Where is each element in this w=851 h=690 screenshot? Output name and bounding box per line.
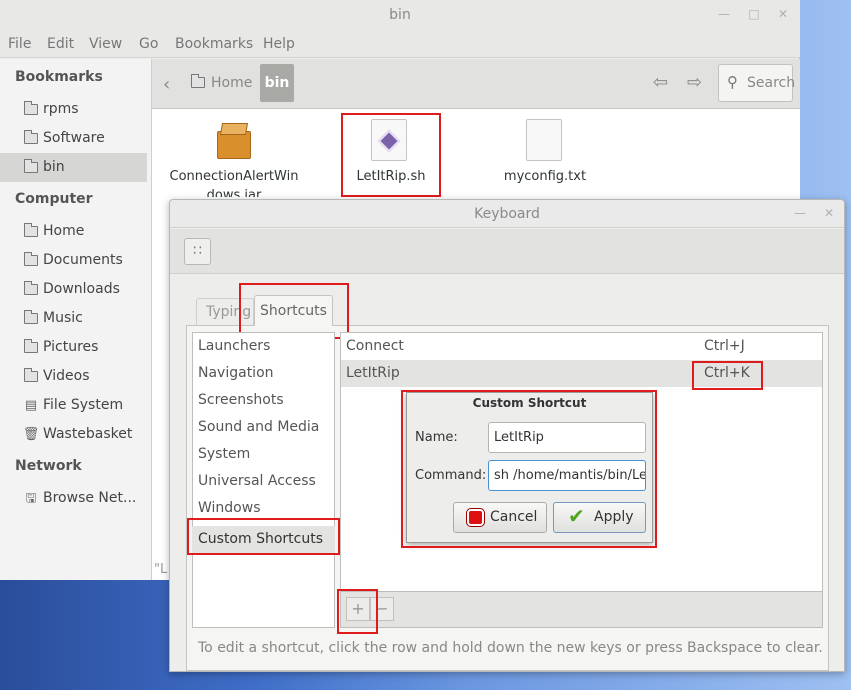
- trash-icon: 🗑: [22, 427, 40, 442]
- sidebar-item-label: bin: [43, 159, 65, 175]
- sidebar-heading-network: Network: [15, 458, 82, 474]
- all-settings-grid-icon[interactable]: ∷: [184, 238, 211, 265]
- menu-edit[interactable]: Edit: [47, 36, 74, 52]
- sidebar-item-bin[interactable]: bin: [0, 153, 147, 182]
- folder-icon: [24, 281, 38, 295]
- back-chevron-icon[interactable]: ‹: [163, 74, 170, 95]
- sidebar-item-label: Browse Net...: [43, 490, 137, 506]
- file-label-myconfig[interactable]: myconfig.txt: [494, 169, 596, 184]
- category-system[interactable]: System: [192, 441, 335, 468]
- file-label-jar-overflow: dows.jar: [206, 188, 262, 197]
- sidebar-item-label: Videos: [43, 368, 90, 384]
- sidebar-item-label: Home: [43, 223, 85, 239]
- close-icon[interactable]: ✕: [776, 7, 790, 21]
- drive-icon: ▤: [24, 398, 38, 413]
- fm-titlebar: bin: [0, 0, 800, 32]
- sidebar-item-downloads[interactable]: Downloads: [0, 275, 147, 304]
- network-icon: 🖫: [25, 491, 37, 506]
- keyboard-titlebar: Keyboard: [170, 200, 844, 228]
- search-button[interactable]: ⚲ Search: [718, 64, 796, 102]
- sidebar-item-label: Pictures: [43, 339, 99, 355]
- highlight-letitrip-file: [341, 113, 441, 197]
- menu-bookmarks[interactable]: Bookmarks: [175, 36, 253, 52]
- sidebar-item-documents[interactable]: Documents: [0, 246, 147, 275]
- search-icon: ⚲: [727, 73, 738, 91]
- breadcrumb-current[interactable]: bin: [260, 64, 294, 102]
- sidebar-item-rpms[interactable]: rpms: [0, 95, 147, 124]
- category-launchers[interactable]: Launchers: [192, 333, 335, 360]
- menu-help[interactable]: Help: [263, 36, 295, 52]
- highlight-add-button: [337, 589, 378, 634]
- file-label-jar[interactable]: ConnectionAlertWin: [163, 169, 305, 184]
- status-fragment: "L: [154, 562, 168, 577]
- sidebar-item-file-system[interactable]: ▤ File System: [0, 391, 147, 420]
- folder-icon: [24, 339, 38, 353]
- folder-icon: [24, 130, 38, 144]
- shortcut-hint: To edit a shortcut, click the row and ho…: [198, 640, 823, 656]
- highlight-custom-shortcuts: [187, 518, 340, 555]
- folder-icon: [24, 159, 38, 173]
- search-label: Search: [747, 75, 796, 91]
- sidebar-item-videos[interactable]: Videos: [0, 362, 147, 391]
- sidebar-item-label: Downloads: [43, 281, 120, 297]
- category-navigation[interactable]: Navigation: [192, 360, 335, 387]
- sidebar-item-label: Wastebasket: [43, 426, 133, 442]
- highlight-ctrl-k: [692, 361, 763, 390]
- menu-go[interactable]: Go: [139, 36, 158, 52]
- keyboard-toolbar: [170, 229, 844, 274]
- shortcut-name: Connect: [346, 338, 404, 354]
- sidebar-item-label: Music: [43, 310, 83, 326]
- nav-forward-icon[interactable]: ⇨: [687, 72, 702, 93]
- breadcrumb-home[interactable]: Home: [211, 75, 252, 91]
- menu-view[interactable]: View: [89, 36, 122, 52]
- folder-icon: [24, 368, 38, 382]
- text-file-icon[interactable]: [526, 119, 562, 161]
- menu-file[interactable]: File: [8, 36, 31, 52]
- sidebar-item-home[interactable]: Home: [0, 217, 147, 246]
- shortcut-name: LetItRip: [346, 365, 400, 381]
- minimize-icon[interactable]: —: [717, 7, 731, 21]
- highlight-shortcuts-tab: [239, 283, 349, 339]
- sidebar-heading-bookmarks: Bookmarks: [15, 69, 103, 85]
- sidebar-item-label: File System: [43, 397, 124, 413]
- sidebar-item-label: rpms: [43, 101, 79, 117]
- sidebar-item-music[interactable]: Music: [0, 304, 147, 333]
- sidebar-item-pictures[interactable]: Pictures: [0, 333, 147, 362]
- sidebar-item-label: Software: [43, 130, 105, 146]
- folder-icon: [24, 101, 38, 115]
- shortcut-list-toolbar: [340, 592, 823, 628]
- jar-file-icon[interactable]: [217, 121, 251, 159]
- folder-icon: [24, 252, 38, 266]
- sidebar-heading-computer: Computer: [15, 191, 93, 207]
- shortcut-row-connect[interactable]: Connect Ctrl+J: [341, 333, 822, 360]
- nav-back-icon[interactable]: ⇦: [653, 72, 668, 93]
- highlight-dialog: [401, 390, 657, 548]
- sidebar-item-software[interactable]: Software: [0, 124, 147, 153]
- category-sound-media[interactable]: Sound and Media: [192, 414, 335, 441]
- category-screenshots[interactable]: Screenshots: [192, 387, 335, 414]
- sidebar-item-label: Documents: [43, 252, 123, 268]
- kb-minimize-icon[interactable]: —: [793, 206, 807, 220]
- kb-close-icon[interactable]: ✕: [822, 206, 836, 220]
- home-folder-icon: [24, 223, 38, 237]
- folder-icon: [24, 310, 38, 324]
- sidebar-item-browse-network[interactable]: 🖫 Browse Net...: [0, 484, 147, 513]
- shortcut-accel: Ctrl+J: [704, 338, 745, 354]
- category-universal-access[interactable]: Universal Access: [192, 468, 335, 495]
- maximize-icon[interactable]: □: [747, 7, 761, 21]
- sidebar-item-wastebasket[interactable]: 🗑 Wastebasket: [0, 420, 147, 449]
